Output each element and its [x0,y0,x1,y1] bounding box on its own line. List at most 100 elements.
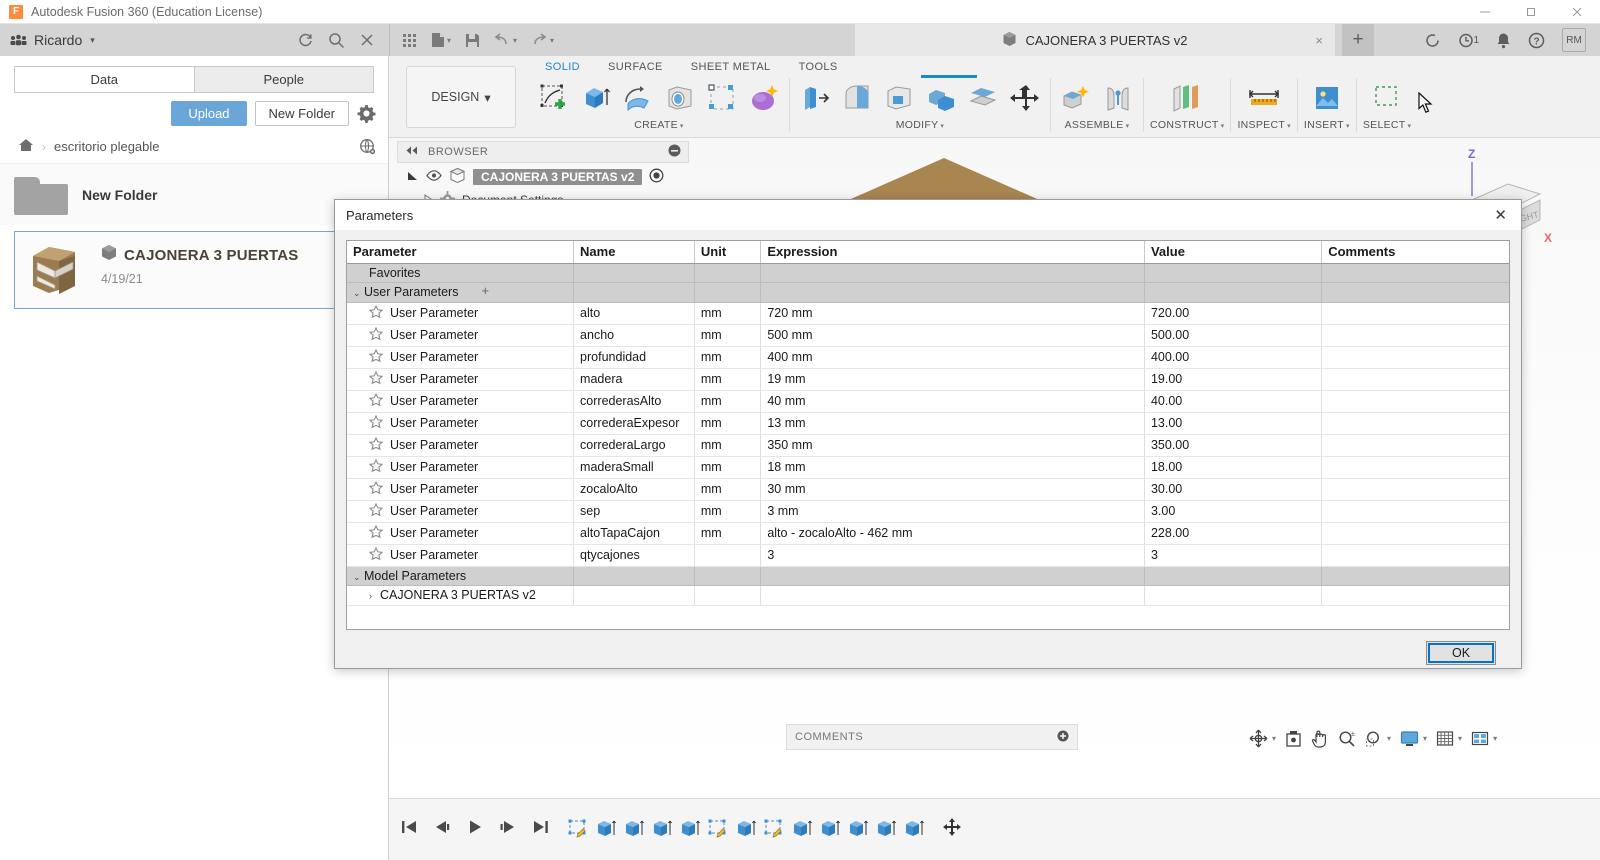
upload-button[interactable]: Upload [171,101,247,126]
tab-tools[interactable]: TOOLS [785,59,852,75]
table-row[interactable]: User Parameter correderasAlto mm 40 mm 40.00 [347,390,1509,413]
cell-name[interactable]: alto [573,302,695,325]
cell-expression[interactable]: 18 mm [760,456,1145,479]
chevron-down-icon[interactable]: ▾ [1387,734,1391,743]
cell-name[interactable]: ancho [573,324,695,347]
timeline-extrude-feature[interactable] [680,818,702,842]
chevron-down-icon[interactable]: ⌄ [353,288,364,299]
chevron-down-icon[interactable]: ▾ [550,36,554,45]
timeline-extrude-feature[interactable] [904,818,926,842]
timeline-sketch-feature[interactable] [568,818,590,842]
column-header-expression[interactable]: Expression [760,241,1145,264]
timeline-extrude-feature[interactable] [736,818,758,842]
tab-sheet-metal[interactable]: SHEET METAL [677,59,785,75]
file-icon[interactable]: ▾ [431,32,451,48]
table-row[interactable]: User Parameter alto mm 720 mm 720.00 [347,302,1509,325]
timeline-sketch-feature[interactable] [764,818,786,842]
joint-icon[interactable] [1099,79,1137,117]
breadcrumb-path[interactable]: escritorio plegable [54,139,160,154]
timeline-extrude-feature[interactable] [652,818,674,842]
create-sketch-icon[interactable] [535,79,573,117]
new-folder-button[interactable]: New Folder [254,101,349,126]
redo-icon[interactable]: ▾ [531,33,554,47]
parameters-table-wrapper[interactable]: Parameter Name Unit Expression Value Com… [346,240,1510,630]
chevron-down-icon[interactable]: ▾ [1272,734,1276,743]
cell-unit[interactable]: mm [694,412,762,435]
cell-comments[interactable] [1321,522,1509,545]
table-row[interactable]: User Parameter zocaloAlto mm 30 mm 30.00 [347,478,1509,501]
column-header-value[interactable]: Value [1144,241,1323,264]
cell-expression[interactable]: 3 [760,544,1145,567]
cell-unit[interactable]: mm [694,434,762,457]
radio-icon[interactable] [649,168,664,186]
avatar[interactable]: RM [1562,28,1586,52]
document-tab[interactable]: CAJONERA 3 PUERTAS v2 × [855,24,1335,56]
timeline-handle-icon[interactable] [943,818,961,841]
cell-comments[interactable] [1321,478,1509,501]
combine-icon[interactable] [922,79,960,117]
press-pull-icon[interactable] [796,79,834,117]
cell-comments[interactable] [1321,346,1509,369]
cell-unit[interactable]: mm [694,346,762,369]
globe-icon[interactable] [359,138,376,155]
offset-plane-icon[interactable] [1168,79,1206,117]
table-row[interactable]: User Parameter maderaSmall mm 18 mm 18.00 [347,456,1509,479]
favorite-star-icon[interactable] [368,524,384,542]
create-form-icon[interactable] [745,79,783,117]
fillet-icon[interactable] [838,79,876,117]
cell-expression[interactable]: 40 mm [760,390,1145,413]
column-header-comments[interactable]: Comments [1321,241,1509,264]
tab-people[interactable]: People [193,66,374,93]
table-row[interactable]: User Parameter madera mm 19 mm 19.00 [347,368,1509,391]
timeline-extrude-feature[interactable] [848,818,870,842]
column-header-parameter[interactable]: Parameter [347,241,575,264]
close-data-panel-icon[interactable] [359,32,375,48]
zoom-icon[interactable]: ± [1338,730,1356,748]
collapse-left-icon[interactable] [405,146,419,158]
pan-icon[interactable] [1311,729,1329,748]
cell-expression[interactable]: 3 mm [760,500,1145,523]
revolve-icon[interactable] [619,79,657,117]
cell-expression[interactable]: 720 mm [760,302,1145,325]
table-row[interactable]: User Parameter qtycajones 3 3 [347,544,1509,567]
recent-documents-icon[interactable]: 1 [1458,32,1479,49]
favorite-star-icon[interactable] [368,458,384,476]
cell-name[interactable]: zocaloAlto [573,478,695,501]
favorite-star-icon[interactable] [368,348,384,366]
cell-expression[interactable]: alto - zocaloAlto - 462 mm [760,522,1145,545]
cell-name[interactable]: profundidad [573,346,695,369]
table-row[interactable]: User Parameter correderaLargo mm 350 mm 350.… [347,434,1509,457]
cell-name[interactable]: sep [573,500,695,523]
timeline-extrude-feature[interactable] [624,818,646,842]
timeline-extrude-feature[interactable] [792,818,814,842]
viewports-icon[interactable]: ▾ [1471,730,1497,748]
cell-expression[interactable]: 13 mm [760,412,1145,435]
cell-name[interactable]: qtycajones [573,544,695,567]
cell-name[interactable]: maderaSmall [573,456,695,479]
cell-unit[interactable]: mm [694,500,762,523]
cell-comments[interactable] [1321,412,1509,435]
comments-bar[interactable]: COMMENTS [786,724,1078,750]
tab-data[interactable]: Data [14,66,194,93]
play-icon[interactable] [467,819,483,840]
cell-name[interactable]: madera [573,368,695,391]
favorite-star-icon[interactable] [368,546,384,564]
orbit-icon[interactable]: ▾ [1249,729,1276,748]
rectangular-pattern-icon[interactable] [703,79,741,117]
grid-icon[interactable] [402,33,417,48]
chevron-down-icon[interactable]: ▾ [1458,734,1462,743]
cell-comments[interactable] [1321,324,1509,347]
chevron-down-icon[interactable]: ▾ [1126,123,1130,130]
offset-face-icon[interactable] [964,79,1002,117]
cell-unit[interactable]: mm [694,302,762,325]
chevron-down-icon[interactable]: ⌄ [353,572,364,583]
favorite-star-icon[interactable] [368,304,384,322]
browser-root-row[interactable]: CAJONERA 3 PUERTAS v2 [397,163,689,189]
favorite-star-icon[interactable] [368,370,384,388]
chevron-down-icon[interactable]: ▾ [1221,123,1225,130]
cell-expression[interactable]: 19 mm [760,368,1145,391]
list-item[interactable]: CAJONERA 3 PUERTAS 4/19/21 ∨ [14,231,374,309]
cell-name[interactable]: correderasAlto [573,390,695,413]
list-item[interactable]: New Folder [0,163,388,225]
chevron-down-icon[interactable]: ▾ [1493,734,1497,743]
